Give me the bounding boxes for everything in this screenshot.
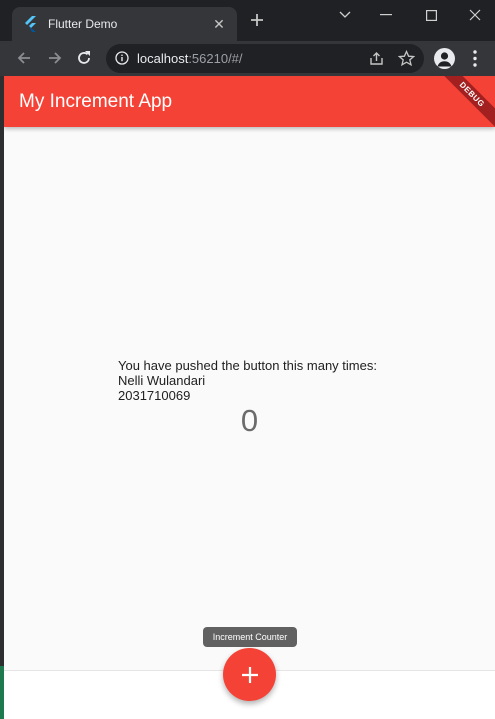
browser-tab[interactable]: Flutter Demo ✕ bbox=[12, 7, 237, 41]
more-vertical-icon[interactable] bbox=[468, 48, 482, 69]
minimize-icon bbox=[380, 14, 392, 16]
browser-titlebar: Flutter Demo ✕ bbox=[0, 0, 495, 41]
person-icon bbox=[437, 52, 452, 67]
counter-value: 0 bbox=[240, 403, 259, 438]
page-title: My Increment App bbox=[19, 91, 173, 112]
address-bar[interactable]: localhost:56210/#/ bbox=[106, 44, 424, 73]
browser-toolbar: localhost:56210/#/ bbox=[0, 41, 495, 76]
student-id: 2031710069 bbox=[118, 388, 191, 403]
minimize-button[interactable] bbox=[366, 2, 406, 28]
close-icon[interactable]: ✕ bbox=[211, 16, 227, 33]
profile-button[interactable] bbox=[434, 48, 455, 69]
share-icon[interactable] bbox=[368, 50, 385, 67]
url-text: localhost:56210/#/ bbox=[137, 51, 243, 66]
content-column: You have pushed the button this many tim… bbox=[118, 358, 377, 403]
tab-title: Flutter Demo bbox=[48, 17, 118, 31]
reload-icon bbox=[78, 51, 90, 64]
flutter-logo-icon bbox=[22, 16, 38, 32]
new-tab-button[interactable] bbox=[246, 10, 268, 32]
url-host: localhost bbox=[137, 51, 189, 66]
push-count-message: You have pushed the button this many tim… bbox=[118, 358, 377, 373]
close-window-button[interactable] bbox=[455, 2, 495, 28]
maximize-icon bbox=[425, 9, 437, 21]
student-name: Nelli Wulandari bbox=[118, 373, 206, 388]
reload-button[interactable] bbox=[71, 45, 97, 71]
back-button[interactable] bbox=[11, 45, 37, 71]
forward-button[interactable] bbox=[42, 45, 68, 71]
back-arrow-icon bbox=[17, 52, 30, 64]
fab-tooltip: Increment Counter bbox=[203, 627, 297, 647]
app-page: My Increment App DEBUG You have pushed t… bbox=[4, 76, 495, 719]
info-icon[interactable] bbox=[115, 51, 129, 65]
chevron-down-icon bbox=[339, 11, 351, 18]
url-port-path: :56210/#/ bbox=[188, 51, 243, 66]
tab-search-button[interactable] bbox=[325, 2, 365, 28]
app-bar: My Increment App bbox=[4, 76, 495, 127]
close-icon bbox=[469, 9, 481, 21]
add-icon bbox=[241, 666, 258, 683]
star-icon[interactable] bbox=[398, 50, 415, 67]
maximize-button[interactable] bbox=[411, 2, 451, 28]
forward-arrow-icon bbox=[49, 52, 62, 64]
increment-button[interactable] bbox=[223, 648, 276, 701]
plus-icon bbox=[251, 14, 263, 26]
